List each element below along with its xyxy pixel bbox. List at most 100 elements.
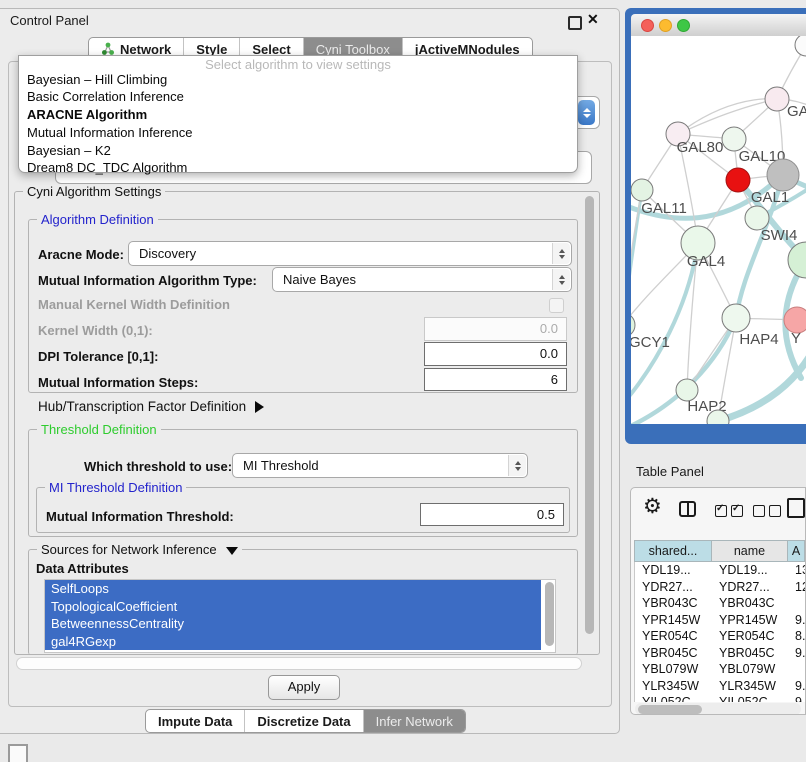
deselect-all-icon[interactable] <box>753 505 781 517</box>
attribute-item-selected[interactable]: BetweennessCentrality <box>45 615 541 633</box>
column-header-shared-name[interactable]: shared... <box>634 540 711 562</box>
mi-steps-field[interactable]: 6 <box>424 368 567 391</box>
cyni-bottom-tabs: Impute Data Discretize Data Infer Networ… <box>145 709 466 733</box>
selected-value: MI Threshold <box>243 458 319 473</box>
settings-scrollbar[interactable] <box>583 193 596 653</box>
network-node-hap4[interactable] <box>722 304 750 332</box>
algorithm-option[interactable]: Bayesian – K2 <box>19 142 577 160</box>
window-close-icon[interactable] <box>641 19 654 32</box>
cell-value: 9. <box>788 678 805 695</box>
stepper-icon <box>508 455 526 476</box>
hub-definition-expander[interactable]: Hub/Transcription Factor Definition <box>38 399 264 414</box>
sources-title: Sources for Network Inference <box>41 542 217 557</box>
settings-horizontal-scrollbar[interactable] <box>16 657 582 670</box>
apply-button[interactable]: Apply <box>268 675 340 700</box>
gear-icon[interactable]: ⚙ <box>643 496 662 518</box>
algorithm-option[interactable]: Dream8 DC_TDC Algorithm <box>19 160 577 178</box>
window-minimize-icon[interactable] <box>659 19 672 32</box>
network-node[interactable] <box>795 36 806 56</box>
tab-infer-network[interactable]: Infer Network <box>364 710 465 732</box>
selected-value: Naive Bayes <box>283 272 356 287</box>
cell-value <box>788 661 805 678</box>
mi-type-label: Mutual Information Algorithm Type: <box>38 273 257 288</box>
data-attributes-list: SelfLoops TopologicalCoefficient Between… <box>44 579 556 653</box>
network-canvas[interactable]: GALGAL80GAL10GAL1GAL11SWI4GAL4HAP4YGCY1H… <box>631 36 806 424</box>
table-row[interactable]: YER054C YER054C 8. <box>635 628 805 645</box>
cell-shared-name: YIL052C <box>635 694 712 702</box>
network-node-gal1[interactable] <box>726 168 750 192</box>
mi-type-select[interactable]: Naive Bayes <box>272 267 572 292</box>
cell-name: YBR045C <box>712 645 788 662</box>
cell-shared-name: YLR345W <box>635 678 712 695</box>
table-row[interactable]: YBL079W YBL079W <box>635 661 805 678</box>
kernel-width-field[interactable]: 0.0 <box>424 317 567 341</box>
algorithm-option[interactable]: Mutual Information Inference <box>19 124 577 142</box>
window-zoom-icon[interactable] <box>677 19 690 32</box>
algorithm-option[interactable]: Basic Correlation Inference <box>19 89 577 107</box>
algorithm-list: Bayesian – Hill Climbing Basic Correlati… <box>19 71 577 178</box>
algorithm-option[interactable]: ARACNE Algorithm <box>19 107 577 125</box>
cell-name: YIL052C <box>712 694 788 702</box>
column-header-name[interactable]: name <box>711 540 787 562</box>
network-node-gal11[interactable] <box>631 179 653 201</box>
stepper-icon <box>552 243 570 264</box>
cell-value: 8. <box>788 628 805 645</box>
column-header-cut[interactable]: A <box>787 540 805 562</box>
group-title: MI Threshold Definition <box>45 480 186 495</box>
table-horizontal-scrollbar[interactable] <box>635 703 801 715</box>
tab-label: Infer Network <box>376 714 453 729</box>
mi-threshold-field[interactable]: 0.5 <box>420 503 564 526</box>
selected-value: Discovery <box>139 246 196 261</box>
network-view-window[interactable]: GALGAL80GAL10GAL1GAL11SWI4GAL4HAP4YGCY1H… <box>625 8 806 444</box>
collapse-arrow-icon[interactable] <box>226 547 238 555</box>
checked-box-icon <box>715 505 727 517</box>
network-node[interactable] <box>767 159 799 191</box>
table-row[interactable]: YLR345W YLR345W 9. <box>635 678 805 695</box>
document-icon[interactable] <box>787 498 805 518</box>
table-row[interactable]: YBR045C YBR045C 9. <box>635 645 805 662</box>
mi-steps-label: Mutual Information Steps: <box>38 375 198 390</box>
manual-kernel-checkbox[interactable] <box>549 298 564 313</box>
group-title: Cyni Algorithm Settings <box>23 184 165 199</box>
tab-impute-data[interactable]: Impute Data <box>146 710 245 732</box>
group-title: Sources for Network Inference <box>37 542 242 557</box>
minimized-panel-icon[interactable] <box>8 744 28 762</box>
table-row[interactable]: YDR27... YDR27... 12 <box>635 579 805 596</box>
attribute-item-selected[interactable]: gal4RGexp <box>45 633 541 651</box>
attribute-item-selected[interactable]: TopologicalCoefficient <box>45 598 541 616</box>
combobox-stepper-icon[interactable] <box>578 100 595 125</box>
node-label: Y <box>791 330 801 347</box>
network-node-gal[interactable] <box>765 87 789 111</box>
hub-definition-label: Hub/Transcription Factor Definition <box>38 399 246 414</box>
node-label: SWI4 <box>761 227 798 244</box>
list-scrollbar-thumb[interactable] <box>545 582 554 646</box>
close-icon[interactable]: ✕ <box>587 11 599 28</box>
table-row[interactable]: YPR145W YPR145W 9. <box>635 612 805 629</box>
checked-box-icon <box>731 505 743 517</box>
table-row[interactable]: YIL052C YIL052C 9 <box>635 694 805 702</box>
columns-icon[interactable] <box>679 501 696 517</box>
attribute-item-selected[interactable]: SelfLoops <box>45 580 541 598</box>
cell-shared-name: YPR145W <box>635 612 712 629</box>
application-window: Control Panel ✕ Network Style <box>0 0 806 762</box>
aracne-mode-label: Aracne Mode: <box>38 247 124 262</box>
cell-name: YBR043C <box>712 595 788 612</box>
float-panel-icon[interactable] <box>568 16 582 30</box>
settings-scrollbar-thumb[interactable] <box>585 196 594 634</box>
dpi-tolerance-field[interactable]: 0.0 <box>424 342 567 366</box>
window-titlebar[interactable] <box>631 14 806 37</box>
table-row[interactable]: YBR043C YBR043C <box>635 595 805 612</box>
node-label: GAL4 <box>687 253 725 270</box>
node-label: GAL1 <box>751 189 789 206</box>
table-panel-title: Table Panel <box>636 464 704 479</box>
select-all-icon[interactable] <box>715 505 743 517</box>
algorithm-option[interactable]: Bayesian – Hill Climbing <box>19 71 577 89</box>
aracne-mode-select[interactable]: Discovery <box>128 241 572 266</box>
table-row[interactable]: YDL19... YDL19... 13 <box>635 562 805 579</box>
cell-shared-name: YDL19... <box>635 562 712 579</box>
unchecked-box-icon <box>753 505 765 517</box>
mi-threshold-label: Mutual Information Threshold: <box>46 509 234 524</box>
which-threshold-select[interactable]: MI Threshold <box>232 453 528 478</box>
tab-discretize-data[interactable]: Discretize Data <box>245 710 363 732</box>
table-scrollbar-thumb[interactable] <box>638 705 702 714</box>
